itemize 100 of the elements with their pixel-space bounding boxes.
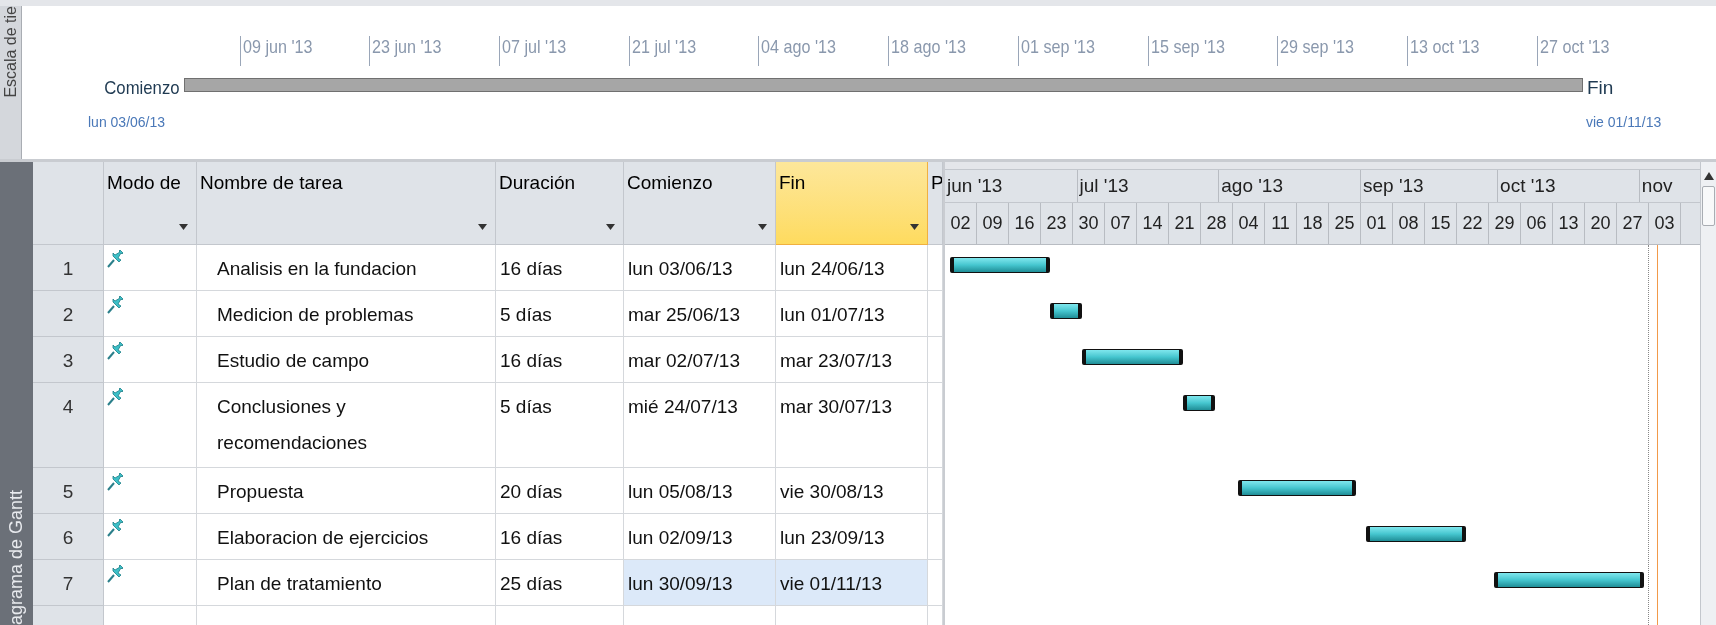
scrollbar-thumb[interactable] — [1702, 186, 1715, 226]
pin-icon — [106, 387, 126, 407]
task-bar[interactable] — [1182, 395, 1215, 411]
duration-cell: 16 días — [496, 514, 624, 560]
row-number[interactable]: 3 — [33, 337, 104, 383]
finish-cell: lun 24/06/13 — [776, 245, 928, 291]
column-header[interactable]: Modo de — [104, 162, 197, 245]
row-number[interactable]: 5 — [33, 468, 104, 514]
scroll-up-icon[interactable] — [1703, 172, 1714, 180]
pin-icon — [106, 341, 126, 361]
dropdown-caret-icon[interactable] — [179, 224, 188, 230]
timescale-tick-label: 07 jul '13 — [502, 37, 567, 56]
week-header: 30 — [1073, 203, 1105, 244]
start-cell: mié 24/07/13 — [624, 383, 776, 468]
column-header[interactable]: Fin — [776, 162, 928, 245]
start-cell: lun 30/09/13 — [624, 560, 776, 606]
row-number[interactable]: 2 — [33, 291, 104, 337]
week-header: 11 — [1265, 203, 1297, 244]
timescale-tick-label: 29 sep '13 — [1280, 37, 1355, 56]
month-header: sep '13 — [1360, 170, 1499, 202]
month-header: oct '13 — [1498, 170, 1640, 202]
task-bar[interactable] — [1237, 480, 1357, 496]
duration-cell: 5 días — [496, 383, 624, 468]
pin-icon — [106, 295, 126, 315]
dropdown-caret-icon[interactable] — [478, 224, 487, 230]
task-name-cell: Estudio de campo — [197, 337, 496, 383]
week-header: 14 — [1137, 203, 1169, 244]
week-header: 25 — [1329, 203, 1361, 244]
column-header[interactable]: Comienzo — [624, 162, 776, 245]
task-bar[interactable] — [1050, 303, 1083, 319]
timescale-tick-label: 01 sep '13 — [1020, 37, 1095, 56]
task-bar[interactable] — [1493, 572, 1645, 588]
timescale-end-label: Fin — [1587, 76, 1614, 100]
timescale-start-date: lun 03/06/13 — [88, 113, 166, 132]
week-header: 28 — [1201, 203, 1233, 244]
start-cell: lun 03/06/13 — [624, 245, 776, 291]
week-header: 04 — [1233, 203, 1265, 244]
row-number[interactable]: 7 — [33, 560, 104, 606]
finish-cell: mar 30/07/13 — [776, 383, 928, 468]
row-number[interactable]: 4 — [33, 383, 104, 468]
week-header: 01 — [1361, 203, 1393, 244]
task-name-cell: Propuesta — [197, 468, 496, 514]
task-bar[interactable] — [1365, 526, 1467, 542]
week-header: 06 — [1521, 203, 1553, 244]
timescale-tick-label: 13 oct '13 — [1409, 37, 1480, 56]
task-name-cell: Analisis en la fundacion — [197, 245, 496, 291]
timescale-tick-label: 27 oct '13 — [1539, 37, 1610, 56]
task-name-cell: Plan de tratamiento — [197, 560, 496, 606]
week-header: 09 — [977, 203, 1009, 244]
finish-cell: lun 23/09/13 — [776, 514, 928, 560]
week-header: 21 — [1169, 203, 1201, 244]
task-bar[interactable] — [949, 257, 1051, 273]
task-name-cell: Medicion de problemas — [197, 291, 496, 337]
header-corner-cell[interactable] — [33, 162, 104, 245]
row-number[interactable]: 1 — [33, 245, 104, 291]
week-header: 20 — [1585, 203, 1617, 244]
month-header: jul '13 — [1077, 170, 1220, 202]
duration-cell: 5 días — [496, 291, 624, 337]
task-bar[interactable] — [1082, 349, 1183, 365]
timescale-end-date: vie 01/11/13 — [1586, 113, 1662, 132]
column-header[interactable]: Duración — [496, 162, 624, 245]
timescale-side-tab[interactable]: Escala de tie — [0, 6, 22, 159]
timescale-tick-label: 21 jul '13 — [631, 37, 696, 56]
week-header: 08 — [1393, 203, 1425, 244]
duration-cell: 25 días — [496, 560, 624, 606]
week-header: 16 — [1009, 203, 1041, 244]
week-header: 22 — [1457, 203, 1489, 244]
pin-icon — [106, 564, 126, 584]
row-number[interactable]: 6 — [33, 514, 104, 560]
timescale-start-label: Comienzo — [104, 76, 180, 100]
duration-cell: 16 días — [496, 337, 624, 383]
week-header: 02 — [945, 203, 977, 244]
week-header: 18 — [1297, 203, 1329, 244]
week-header: 13 — [1553, 203, 1585, 244]
week-header: 29 — [1489, 203, 1521, 244]
dropdown-caret-icon[interactable] — [606, 224, 615, 230]
week-header: 27 — [1617, 203, 1649, 244]
week-header: 07 — [1105, 203, 1137, 244]
week-header: 23 — [1041, 203, 1073, 244]
finish-cell: lun 01/07/13 — [776, 291, 928, 337]
column-header[interactable]: P — [928, 162, 943, 245]
finish-cell: vie 30/08/13 — [776, 468, 928, 514]
timescale-tick-label: 23 jun '13 — [372, 37, 442, 56]
timescale-tick-label: 09 jun '13 — [242, 37, 313, 56]
week-header: 15 — [1425, 203, 1457, 244]
column-header[interactable]: Nombre de tarea — [197, 162, 496, 245]
timescale-tick-label: 15 sep '13 — [1150, 37, 1225, 56]
duration-cell: 16 días — [496, 245, 624, 291]
timescale-tick-label: 18 ago '13 — [891, 37, 967, 56]
start-cell: mar 02/07/13 — [624, 337, 776, 383]
pin-icon — [106, 518, 126, 538]
pin-icon — [106, 249, 126, 269]
timescale-tick-label: 04 ago '13 — [761, 37, 837, 56]
gantt-side-tab[interactable]: agrama de Gantt — [0, 162, 33, 625]
start-cell: lun 05/08/13 — [624, 468, 776, 514]
dropdown-caret-icon[interactable] — [758, 224, 767, 230]
dropdown-caret-icon[interactable] — [910, 224, 919, 230]
finish-cell: mar 23/07/13 — [776, 337, 928, 383]
start-cell: lun 02/09/13 — [624, 514, 776, 560]
task-name-cell: Conclusiones y recomendaciones — [197, 383, 496, 468]
